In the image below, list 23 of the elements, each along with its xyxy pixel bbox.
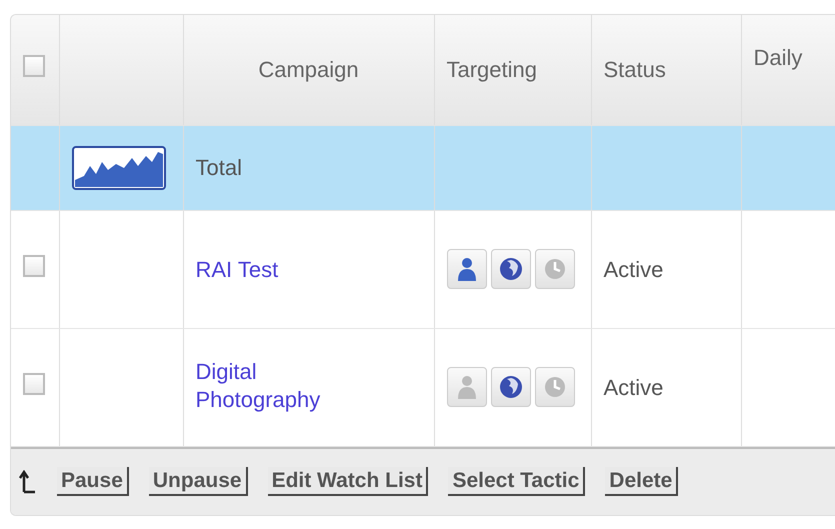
action-button[interactable]: Unpause: [148, 466, 248, 496]
globe-icon[interactable]: [490, 367, 530, 407]
campaign-link[interactable]: Digital Photography: [196, 358, 346, 415]
action-button[interactable]: Select Tactic: [448, 466, 586, 496]
campaign-link[interactable]: RAI Test: [196, 256, 346, 284]
globe-icon[interactable]: [490, 249, 530, 289]
column-header: Daily: [754, 45, 802, 70]
status-text: Active: [604, 374, 664, 400]
column-header: Status: [604, 57, 666, 82]
checkbox[interactable]: [23, 254, 45, 276]
action-button[interactable]: Edit Watch List: [268, 466, 428, 496]
area-chart-icon: [72, 146, 166, 190]
action-button[interactable]: Delete: [605, 466, 678, 496]
status-text: Active: [604, 256, 664, 282]
checkbox[interactable]: [23, 55, 45, 78]
arrow-icon: [19, 470, 37, 494]
checkbox[interactable]: [23, 372, 45, 394]
person-icon[interactable]: [446, 249, 486, 289]
action-button[interactable]: Pause: [57, 466, 129, 496]
column-header: Targeting: [446, 57, 538, 82]
column-header: Campaign: [258, 57, 359, 82]
total-row[interactable]: Total: [11, 125, 835, 210]
total-label: Total: [196, 155, 242, 180]
